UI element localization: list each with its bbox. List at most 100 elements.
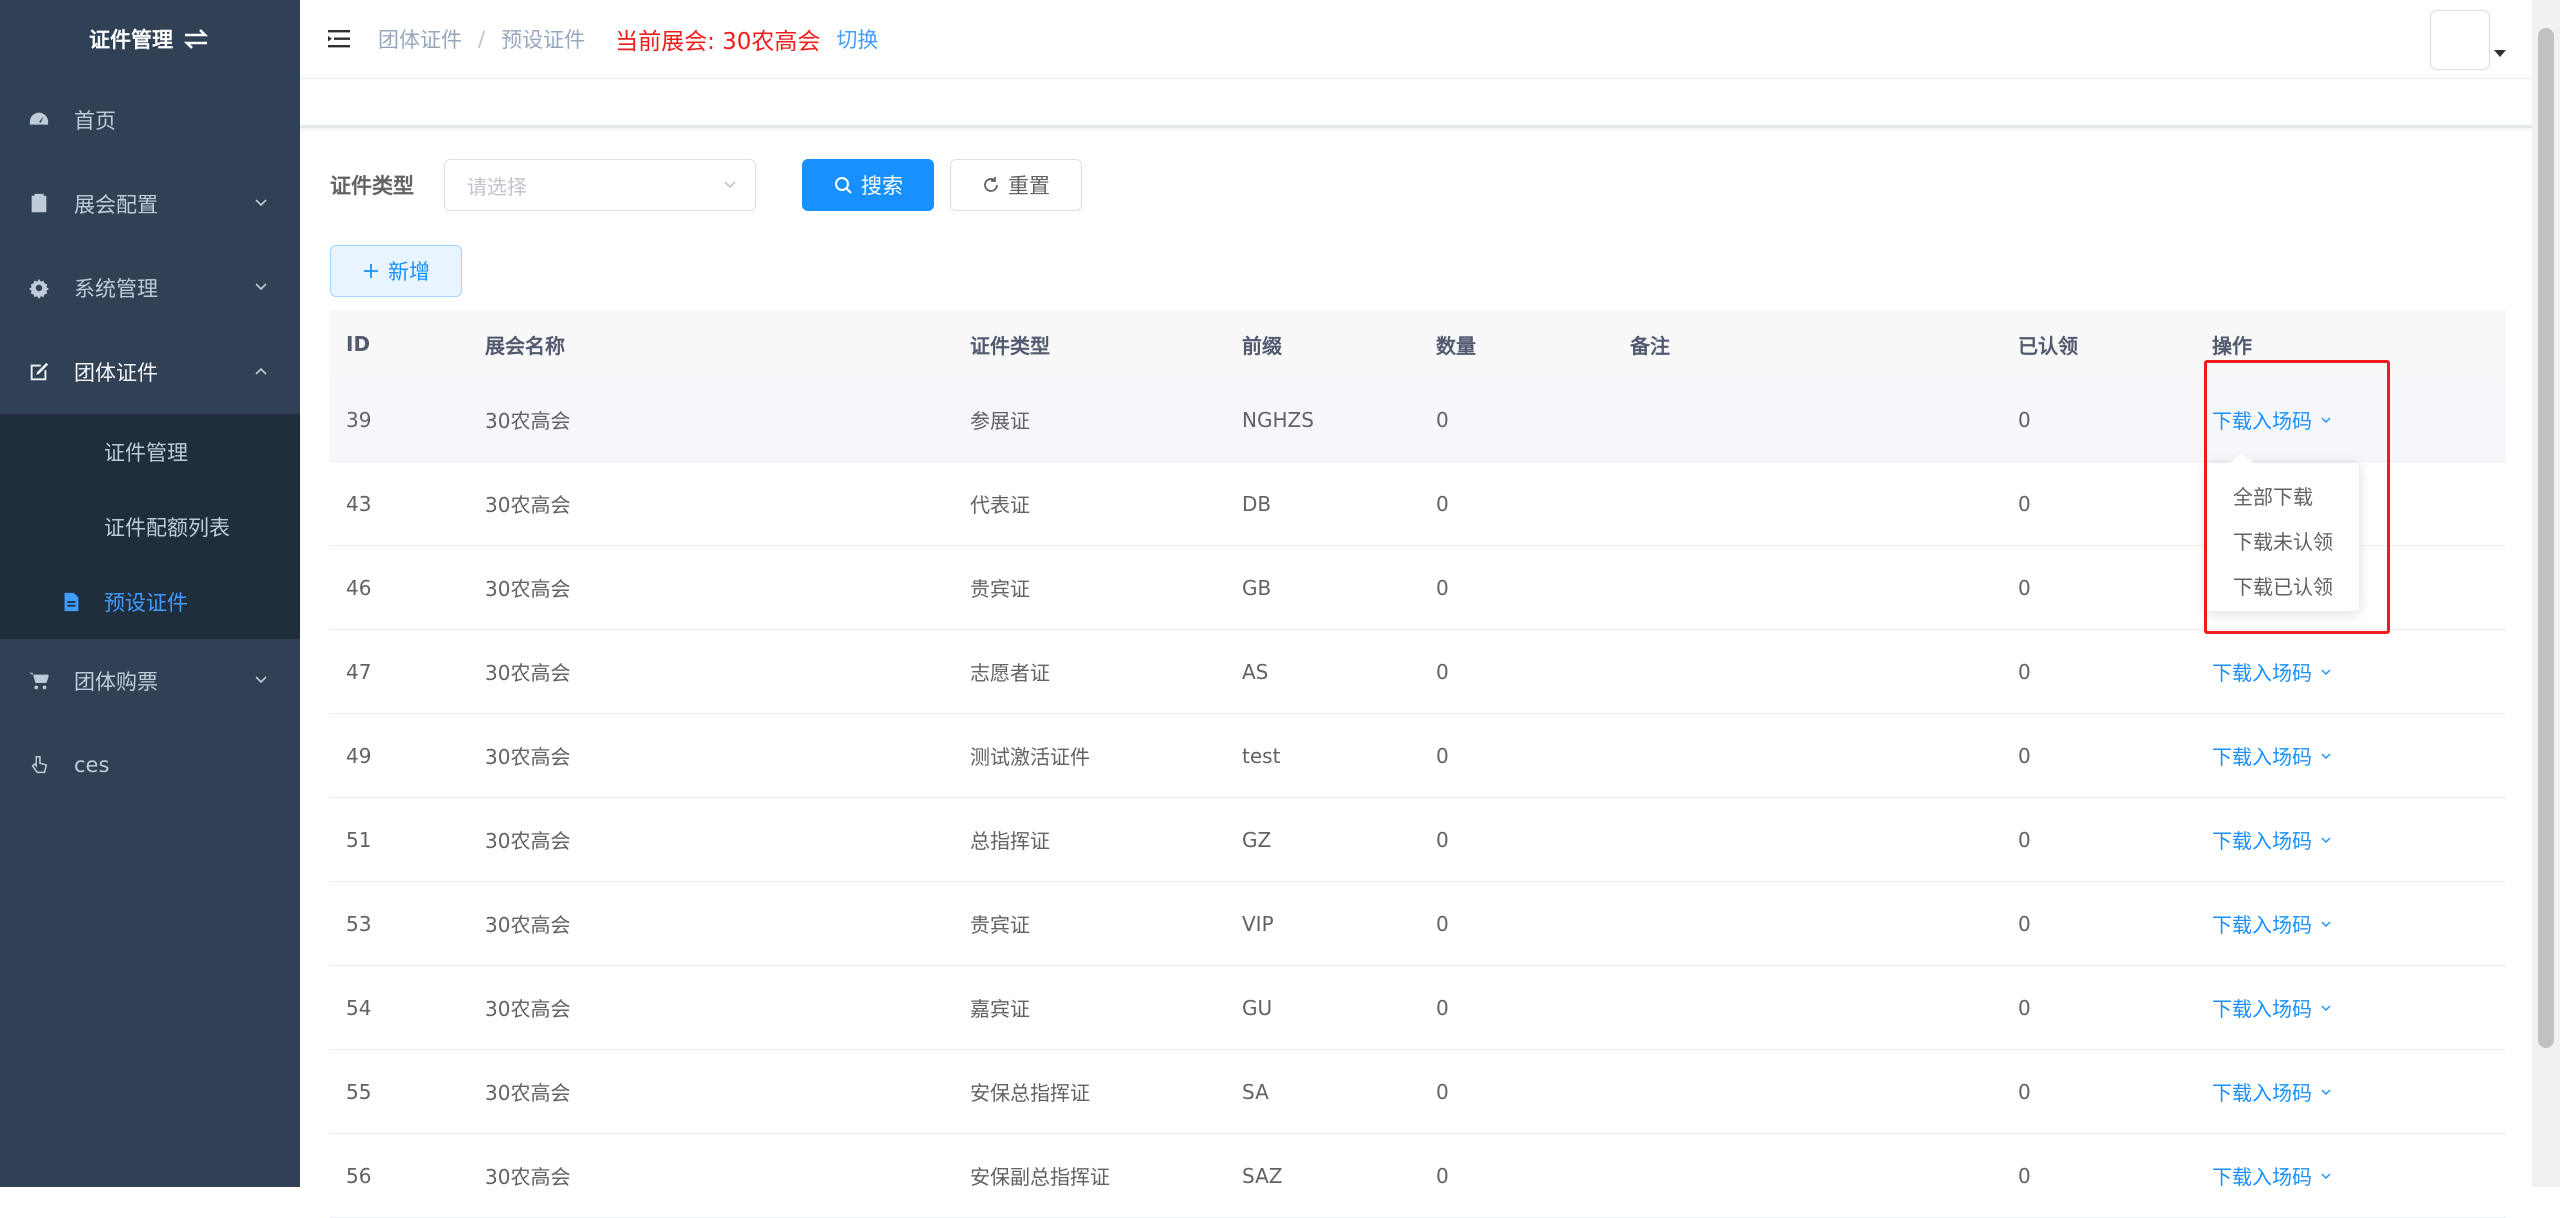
chevron-down-icon bbox=[2321, 921, 2331, 927]
sidebar-item-label: 团体购票 bbox=[74, 670, 158, 694]
scrollbar-thumb[interactable] bbox=[2538, 28, 2554, 1048]
sidebar-subitem-quota-list[interactable]: 证件配额列表 bbox=[0, 489, 300, 564]
table-row: 56 30农高会 安保副总指挥证 SAZ 0 0 下载入场码 bbox=[330, 1134, 2506, 1218]
download-code-dropdown[interactable]: 下载入场码 bbox=[2212, 909, 2506, 938]
table-row: 43 30农高会 代表证 DB 0 0 bbox=[330, 462, 2506, 546]
tags-view-bar bbox=[300, 79, 2532, 128]
cell-prefix: GU bbox=[1242, 995, 1273, 1020]
cell-expo-name: 30农高会 bbox=[485, 829, 571, 853]
table-row: 39 30农高会 参展证 NGHZS 0 0 下载入场码 bbox=[330, 378, 2506, 462]
cert-type-select[interactable]: 请选择 bbox=[444, 159, 756, 211]
cell-prefix: GZ bbox=[1242, 827, 1272, 852]
breadcrumb-item: 预设证件 bbox=[501, 28, 586, 52]
download-code-label: 下载入场码 bbox=[2212, 661, 2312, 685]
switch-expo-link[interactable]: 切换 bbox=[836, 24, 878, 54]
highlight-box bbox=[2204, 360, 2390, 634]
download-code-dropdown[interactable]: 下载入场码 bbox=[2212, 657, 2506, 686]
cart-icon bbox=[28, 670, 50, 692]
chevron-down-icon bbox=[2321, 1089, 2331, 1095]
table-row: 51 30农高会 总指挥证 GZ 0 0 下载入场码 bbox=[330, 798, 2506, 882]
table-row: 53 30农高会 贵宾证 VIP 0 0 下载入场码 bbox=[330, 882, 2506, 966]
cell-quantity: 0 bbox=[1436, 1163, 1449, 1188]
chevron-down-icon bbox=[2321, 1173, 2331, 1179]
hamburger-icon[interactable] bbox=[328, 28, 354, 50]
cell-id: 53 bbox=[346, 911, 372, 936]
cell-expo-name: 30农高会 bbox=[485, 997, 571, 1021]
switch-icon bbox=[183, 29, 209, 49]
download-code-label: 下载入场码 bbox=[2212, 745, 2312, 769]
sidebar-subitem-label: 证件配额列表 bbox=[104, 515, 230, 540]
table-body: 39 30农高会 参展证 NGHZS 0 0 下载入场码 43 30农高会 代表证 DB 0 0 46 30… bbox=[330, 378, 2506, 1218]
cell-id: 54 bbox=[346, 995, 372, 1020]
document-icon bbox=[60, 591, 82, 613]
dashboard-icon bbox=[28, 109, 50, 131]
add-button[interactable]: 新增 bbox=[330, 245, 462, 297]
sidebar-subitem-label: 证件管理 bbox=[104, 440, 188, 465]
column-header: 操作 bbox=[2212, 333, 2252, 358]
sidebar-item-group-cert[interactable]: 团体证件 bbox=[0, 330, 300, 414]
chevron-down-icon bbox=[255, 199, 267, 207]
sidebar-subitem-preset-cert[interactable]: 预设证件 bbox=[0, 564, 300, 639]
sidebar-title[interactable]: 证件管理 bbox=[0, 0, 300, 78]
cell-cert-type: 参展证 bbox=[970, 409, 1030, 433]
clipboard-icon bbox=[28, 193, 50, 215]
reset-button[interactable]: 重置 bbox=[950, 159, 1082, 211]
avatar[interactable] bbox=[2430, 10, 2490, 70]
cell-quantity: 0 bbox=[1436, 407, 1449, 432]
sidebar-item-expo-config[interactable]: 展会配置 bbox=[0, 162, 300, 246]
cell-cert-type: 贵宾证 bbox=[970, 913, 1030, 937]
cell-claimed: 0 bbox=[2018, 827, 2031, 852]
download-code-dropdown[interactable]: 下载入场码 bbox=[2212, 825, 2506, 854]
chevron-down-icon bbox=[255, 676, 267, 684]
cell-quantity: 0 bbox=[1436, 911, 1449, 936]
cell-claimed: 0 bbox=[2018, 1163, 2031, 1188]
cell-prefix: DB bbox=[1242, 491, 1272, 516]
download-code-dropdown[interactable]: 下载入场码 bbox=[2212, 741, 2506, 770]
table-row: 54 30农高会 嘉宾证 GU 0 0 下载入场码 bbox=[330, 966, 2506, 1050]
caret-down-icon[interactable] bbox=[2494, 50, 2506, 57]
sidebar-subitem-cert-manage[interactable]: 证件管理 bbox=[0, 414, 300, 489]
sidebar-item-ces[interactable]: ces bbox=[0, 723, 300, 807]
main-content: 证件类型 请选择 搜索 重置 新增 ID 展会名称 证件类型 前缀 数量 备注 … bbox=[300, 128, 2532, 1218]
page-scrollbar[interactable] bbox=[2532, 0, 2560, 1187]
sidebar-item-label: 首页 bbox=[74, 109, 116, 133]
column-header: ID bbox=[346, 332, 371, 356]
search-button[interactable]: 搜索 bbox=[802, 159, 934, 211]
download-code-dropdown[interactable]: 下载入场码 bbox=[2212, 1077, 2506, 1106]
cell-expo-name: 30农高会 bbox=[485, 409, 571, 433]
download-code-dropdown[interactable]: 下载入场码 bbox=[2212, 1161, 2506, 1190]
column-header: 已认领 bbox=[2018, 333, 2078, 358]
breadcrumb-item[interactable]: 团体证件 bbox=[378, 24, 462, 54]
sidebar-item-system[interactable]: 系统管理 bbox=[0, 246, 300, 330]
chevron-down-icon bbox=[2321, 837, 2331, 843]
cell-prefix: SAZ bbox=[1242, 1163, 1283, 1188]
cell-id: 46 bbox=[346, 575, 372, 600]
cell-cert-type: 安保副总指挥证 bbox=[970, 1165, 1110, 1189]
current-expo-label: 当前展会: 30农高会 bbox=[615, 29, 821, 55]
column-header: 展会名称 bbox=[485, 333, 565, 358]
cell-expo-name: 30农高会 bbox=[485, 661, 571, 685]
sidebar-submenu: 证件管理 证件配额列表 预设证件 bbox=[0, 414, 300, 639]
download-code-label: 下载入场码 bbox=[2212, 1165, 2312, 1189]
table-row: 47 30农高会 志愿者证 AS 0 0 下载入场码 bbox=[330, 630, 2506, 714]
sidebar-item-group-ticket[interactable]: 团体购票 bbox=[0, 639, 300, 723]
chevron-down-icon bbox=[2321, 669, 2331, 675]
search-button-label: 搜索 bbox=[861, 174, 903, 198]
cell-cert-type: 安保总指挥证 bbox=[970, 1081, 1090, 1105]
cell-expo-name: 30农高会 bbox=[485, 913, 571, 937]
download-code-label: 下载入场码 bbox=[2212, 913, 2312, 937]
pointer-icon bbox=[28, 754, 50, 776]
chevron-down-icon bbox=[724, 181, 736, 189]
sidebar-item-home[interactable]: 首页 bbox=[0, 78, 300, 162]
cell-claimed: 0 bbox=[2018, 911, 2031, 936]
column-header: 前缀 bbox=[1242, 333, 1282, 358]
cell-id: 51 bbox=[346, 827, 372, 852]
cell-expo-name: 30农高会 bbox=[485, 1165, 571, 1189]
cell-quantity: 0 bbox=[1436, 995, 1449, 1020]
table-row: 49 30农高会 测试激活证件 test 0 0 下载入场码 bbox=[330, 714, 2506, 798]
download-code-dropdown[interactable]: 下载入场码 bbox=[2212, 993, 2506, 1022]
cell-claimed: 0 bbox=[2018, 659, 2031, 684]
cell-id: 43 bbox=[346, 491, 372, 516]
table-row: 46 30农高会 贵宾证 GB 0 0 bbox=[330, 546, 2506, 630]
cell-id: 55 bbox=[346, 1079, 372, 1104]
